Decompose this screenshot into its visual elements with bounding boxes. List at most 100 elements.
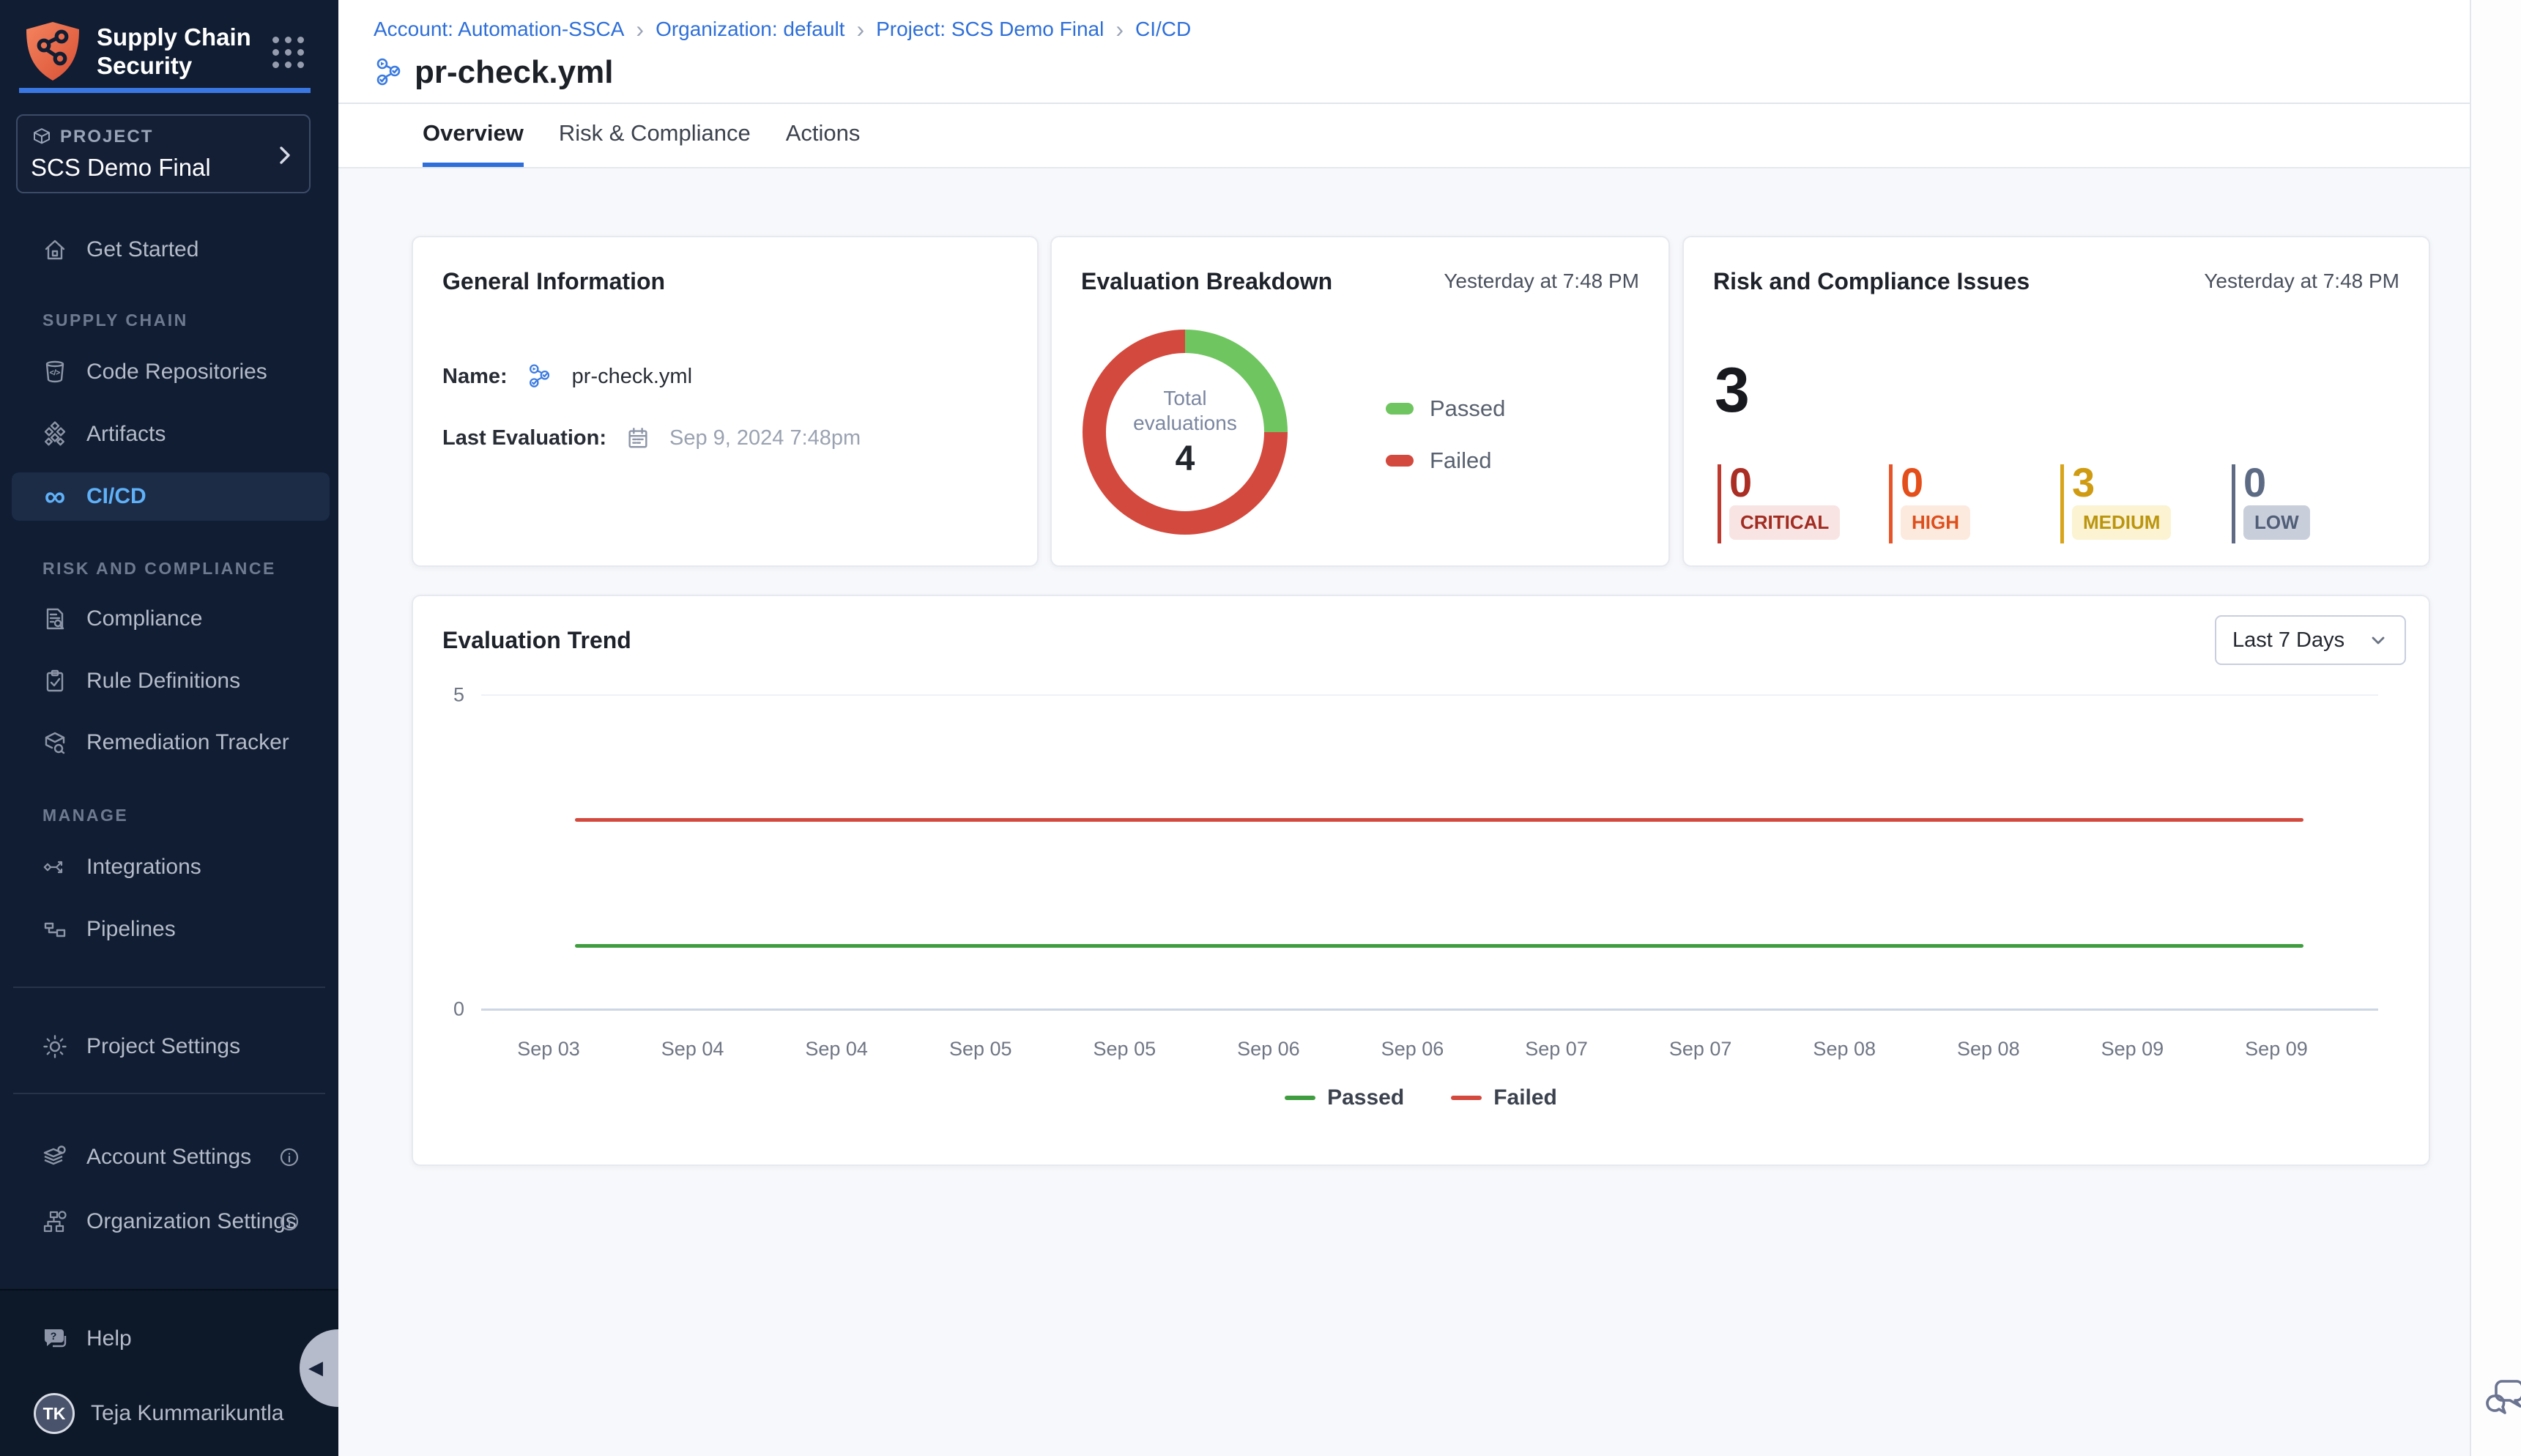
severity-bar [1718,464,1721,543]
x-tick-label: Sep 07 [1525,1038,1588,1061]
chevron-right-icon: › [1115,19,1124,40]
passed-line-icon [1285,1096,1315,1100]
medium-count: 3 [2072,458,2095,506]
severity-low: 0 LOW [2232,463,2393,549]
sidebar-item-label: Pipelines [86,917,176,942]
compliance-doc-icon [41,605,69,633]
sidebar-item-label: Account Settings [86,1145,251,1170]
info-icon[interactable] [278,1211,300,1233]
pipeline-icon [374,57,404,88]
main-content: General Information Name: pr-check.yml L… [338,168,2470,1456]
critical-badge: CRITICAL [1729,505,1840,540]
breadcrumb-organization[interactable]: Organization: default [656,18,844,41]
date-range-dropdown[interactable]: Last 7 Days [2215,615,2406,665]
tab-risk-compliance[interactable]: Risk & Compliance [559,104,751,167]
x-tick-label: Sep 08 [1813,1038,1876,1061]
home-icon [41,236,69,264]
chevron-right-icon: › [636,19,644,40]
trend-line-failed [575,818,2303,822]
chevron-right-icon [272,141,297,170]
tab-actions[interactable]: Actions [786,104,861,167]
y-tick-label: 5 [420,684,464,707]
legend-passed-label: Passed [1327,1085,1404,1110]
card-title: General Information [442,268,665,295]
chevron-down-icon [2368,630,2388,650]
passed-label: Passed [1430,395,1505,422]
project-selector[interactable]: PROJECT SCS Demo Final [16,114,311,193]
name-value: pr-check.yml [572,365,692,389]
sidebar-footer: ? Help TK Teja Kummarikuntla [0,1289,338,1456]
critical-count: 0 [1729,458,1752,506]
card-title: Evaluation Trend [442,627,631,654]
artifacts-icon [41,420,69,448]
high-count: 0 [1901,458,1923,506]
pipelines-icon [41,915,69,943]
severity-bar [2232,464,2235,543]
user-name: Teja Kummarikuntla [91,1401,283,1426]
breadcrumb: Account: Automation-SSCA › Organization:… [374,18,1191,41]
sidebar-section-manage: MANAGE [42,806,128,825]
sidebar-item-compliance[interactable]: Compliance [0,595,338,643]
sidebar-item-code-repositories[interactable]: </> Code Repositories [0,348,338,396]
sidebar-item-label: Rule Definitions [86,669,240,694]
medium-badge: MEDIUM [2072,505,2171,540]
last-evaluation-value: Sep 9, 2024 7:48pm [669,426,861,450]
help-label: Help [86,1326,132,1351]
sidebar-item-label: Get Started [86,237,198,262]
chat-support-icon[interactable] [2484,1375,2521,1419]
sidebar-item-label: Integrations [86,855,201,880]
failed-line-icon [1451,1096,1482,1100]
sidebar-item-cicd[interactable]: ∞ CI/CD [12,472,330,521]
sidebar-divider [13,987,325,988]
infinity-icon: ∞ [41,483,69,510]
low-count: 0 [2243,458,2266,506]
failed-label: Failed [1430,447,1491,474]
name-row: Name: pr-check.yml [442,363,692,390]
timestamp: Yesterday at 7:48 PM [1444,270,1639,293]
cube-icon [31,126,53,148]
x-tick-label: Sep 09 [2245,1038,2308,1061]
issues-total: 3 [1715,354,1750,427]
failed-pill-icon [1386,455,1414,467]
sidebar: Supply Chain Security PROJECT SCS Demo F… [0,0,338,1456]
tab-overview[interactable]: Overview [423,104,524,167]
tab-bar: Overview Risk & Compliance Actions [338,104,2470,168]
trend-legend: Passed Failed [413,1085,2429,1110]
name-label: Name: [442,365,508,389]
card-title: Risk and Compliance Issues [1713,268,2030,295]
timestamp: Yesterday at 7:48 PM [2204,270,2399,293]
user-menu[interactable]: TK Teja Kummarikuntla [34,1393,283,1434]
sidebar-section-supply-chain: SUPPLY CHAIN [42,311,188,330]
breadcrumb-project[interactable]: Project: SCS Demo Final [876,18,1104,41]
project-name: SCS Demo Final [31,154,296,182]
sidebar-item-label: Organization Settings [86,1209,297,1234]
legend-passed: Passed [1285,1085,1404,1110]
sidebar-item-remediation-tracker[interactable]: Remediation Tracker [0,718,338,767]
integrations-icon [41,853,69,881]
sidebar-item-organization-settings[interactable]: Organization Settings [0,1197,338,1246]
help-chat-icon: ? [41,1326,70,1352]
last-evaluation-label: Last Evaluation: [442,426,606,450]
app-grid-icon[interactable] [272,37,305,69]
sidebar-item-project-settings[interactable]: Project Settings [0,1022,338,1071]
donut-total-value: 4 [1176,439,1195,479]
breadcrumb-account[interactable]: Account: Automation-SSCA [374,18,624,41]
help-button[interactable]: ? Help [41,1326,132,1352]
x-tick-label: Sep 09 [2101,1038,2164,1061]
chevron-left-icon: ◀ [308,1356,323,1379]
info-icon[interactable] [278,1146,300,1168]
sidebar-item-get-started[interactable]: Get Started [0,226,338,274]
gear-icon [41,1033,69,1061]
sidebar-item-integrations[interactable]: Integrations [0,843,338,891]
calendar-icon [625,426,650,450]
sidebar-item-pipelines[interactable]: Pipelines [0,905,338,954]
sidebar-item-rule-definitions[interactable]: Rule Definitions [0,657,338,705]
x-tick-label: Sep 04 [661,1038,724,1061]
app-title: Supply Chain Security [97,23,251,80]
sidebar-item-artifacts[interactable]: Artifacts [0,410,338,458]
sidebar-item-account-settings[interactable]: Account Settings [0,1133,338,1181]
accent-divider [19,88,311,93]
severity-bar [2060,464,2064,543]
legend-failed: Failed [1451,1085,1557,1110]
breadcrumb-module[interactable]: CI/CD [1135,18,1191,41]
